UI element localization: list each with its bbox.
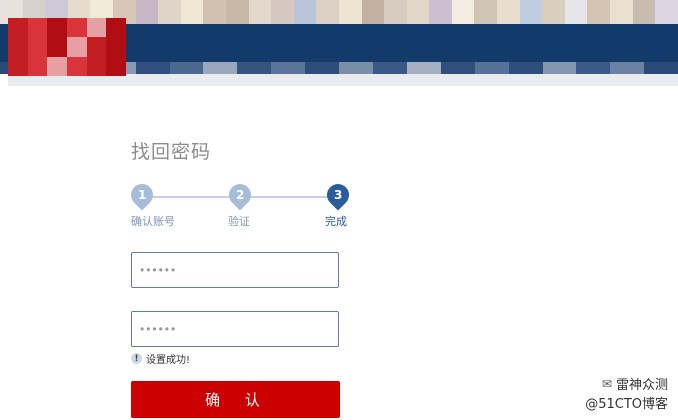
watermark: ✉ 雷神众测 @51CTO博客 <box>585 374 668 413</box>
step-2-number: 2 <box>235 188 245 203</box>
info-icon: ! <box>131 353 142 364</box>
step-connector-1 <box>142 196 240 198</box>
step-1-label: 确认账号 <box>131 215 175 228</box>
notice-text: 设置成功! <box>146 355 191 366</box>
step-connector-2 <box>240 196 338 198</box>
wechat-icon: ✉ <box>601 376 612 391</box>
step-3-number: 3 <box>333 188 343 203</box>
step-2-label: 验证 <box>228 215 250 228</box>
step-3-label: 完成 <box>325 215 347 228</box>
confirm-password-input[interactable] <box>131 311 339 347</box>
new-password-input[interactable] <box>131 252 339 288</box>
blurred-logo <box>8 18 126 76</box>
confirm-button[interactable]: 确 认 <box>131 381 340 418</box>
step-1-number: 1 <box>137 188 147 203</box>
success-notice: ! 设置成功! <box>131 351 190 366</box>
watermark-source: @51CTO博客 <box>585 397 668 412</box>
step-2-marker-icon: 2 <box>224 179 256 211</box>
step-3-marker-icon: 3 <box>322 179 354 211</box>
watermark-name: 雷神众测 <box>615 378 668 393</box>
page-title: 找回密码 <box>131 141 212 163</box>
step-1-marker-icon: 1 <box>126 179 158 211</box>
